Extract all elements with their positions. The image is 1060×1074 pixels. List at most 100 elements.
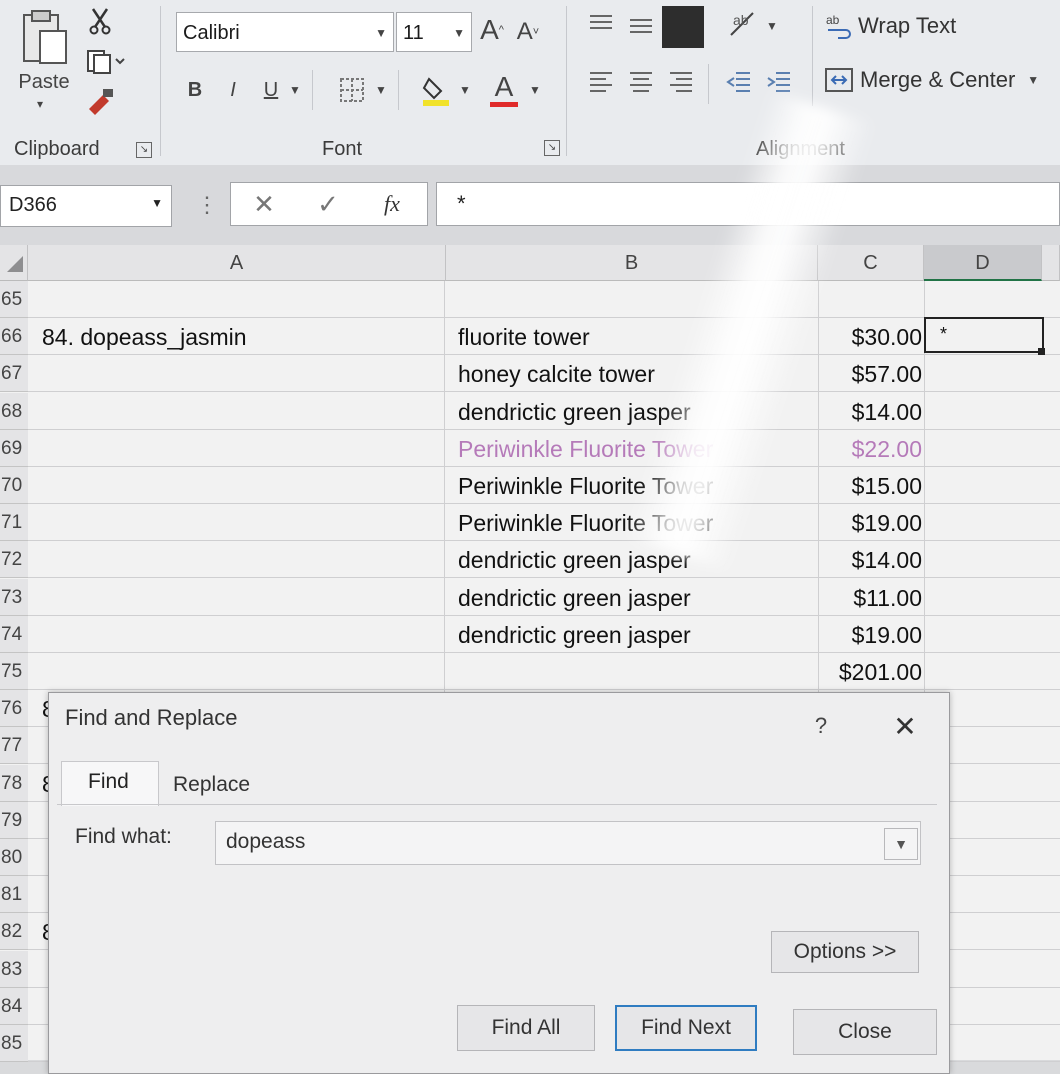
cell-c[interactable]: $14.00 [852,547,922,574]
bold-button[interactable]: B [180,72,210,108]
font-name-select[interactable]: Calibri ▼ [176,12,394,52]
cell-b[interactable]: dendrictic green jasper [458,585,691,612]
enter-icon[interactable]: ✓ [313,187,343,221]
paste-icon[interactable] [14,8,74,68]
borders-dropdown-icon[interactable]: ▼ [372,76,390,104]
options-button[interactable]: Options >> [771,931,919,973]
gridline [28,615,1060,616]
cell-b[interactable]: honey calcite tower [458,361,655,388]
cell-b[interactable]: Periwinkle Fluorite Tower [458,473,713,500]
cell-a[interactable]: 84. dopeass_jasmin [42,324,247,351]
column-header-b[interactable]: B [446,245,818,281]
row-header[interactable]: 77 [0,727,28,764]
cell-c[interactable]: $11.00 [853,585,922,612]
row-header[interactable]: 80 [0,839,28,876]
tab-find[interactable]: Find [61,761,159,806]
row-header[interactable]: 84 [0,988,28,1025]
row-header[interactable]: 78 [0,765,28,802]
column-header-e[interactable] [1042,245,1060,281]
cell-c[interactable]: $22.00 [852,436,922,463]
row-header[interactable]: 65 [0,281,28,318]
tab-replace[interactable]: Replace [161,763,257,805]
close-icon[interactable]: ✕ [885,709,925,743]
row-header[interactable]: 69 [0,430,28,467]
align-right-icon[interactable] [666,66,696,98]
bottom-align-icon[interactable] [662,6,704,48]
fill-color-icon[interactable] [418,70,454,110]
cancel-icon[interactable]: ✕ [249,187,279,221]
clipboard-launcher-icon[interactable]: ↘ [136,142,152,158]
row-header[interactable]: 76 [0,690,28,727]
cell-b[interactable]: Periwinkle Fluorite Tower [458,510,713,537]
orientation-dropdown-icon[interactable]: ▼ [764,14,780,38]
row-header[interactable]: 70 [0,467,28,504]
underline-button[interactable]: U [256,72,286,108]
middle-align-icon[interactable] [626,10,656,40]
name-box[interactable]: D366 ▼ [0,185,172,227]
font-color-button[interactable]: A [486,68,522,110]
font-color-dropdown-icon[interactable]: ▼ [526,76,544,104]
cell-c[interactable]: $15.00 [852,473,922,500]
cell-c[interactable]: $30.00 [852,324,922,351]
row-header[interactable]: 73 [0,579,28,616]
italic-button[interactable]: I [218,72,248,108]
row-header[interactable]: 67 [0,355,28,392]
row-header[interactable]: 81 [0,876,28,913]
formula-input[interactable]: * [436,182,1060,226]
cell-b[interactable]: dendrictic green jasper [458,622,691,649]
find-what-input[interactable]: dopeass ▼ [215,821,921,865]
grow-font-button[interactable]: A ^ [478,12,506,48]
fill-handle[interactable] [1038,348,1045,355]
cell-b[interactable]: fluorite tower [458,324,590,351]
copy-icon[interactable] [84,46,128,76]
insert-function-icon[interactable]: fx [375,187,409,221]
cut-icon[interactable] [86,6,114,36]
row-header[interactable]: 82 [0,913,28,950]
column-header-a[interactable]: A [28,245,446,281]
ribbon-separator [160,6,161,156]
cell-b[interactable]: dendrictic green jasper [458,547,691,574]
increase-indent-icon[interactable] [764,66,794,98]
fill-color-dropdown-icon[interactable]: ▼ [456,76,474,104]
find-next-button[interactable]: Find Next [615,1005,757,1051]
select-all-corner[interactable] [0,245,28,281]
paste-dropdown-icon[interactable]: ▾ [30,96,50,112]
row-header[interactable]: 66 [0,318,28,355]
column-header-c[interactable]: C [818,245,924,281]
cell-c[interactable]: $19.00 [852,510,922,537]
help-button[interactable]: ? [807,711,835,741]
chevron-down-icon[interactable]: ▼ [884,828,918,860]
font-size-select[interactable]: 11 ▼ [396,12,472,52]
row-header[interactable]: 75 [0,653,28,690]
cell-b[interactable]: Periwinkle Fluorite Tower [458,436,713,463]
cell-c[interactable]: $19.00 [852,622,922,649]
paste-label[interactable]: Paste [14,68,74,96]
merge-center-label: Merge & Center [860,67,1016,92]
cell-c[interactable]: $14.00 [852,399,922,426]
row-header[interactable]: 74 [0,616,28,653]
column-header-d[interactable]: D [924,245,1042,281]
merge-center-button[interactable]: Merge & Center ▼ [824,62,1054,98]
cell-c[interactable]: $201.00 [839,659,922,686]
align-left-icon[interactable] [586,66,616,98]
orientation-icon[interactable]: ab [724,6,764,42]
find-all-button[interactable]: Find All [457,1005,595,1051]
format-painter-icon[interactable] [84,86,116,118]
decrease-indent-icon[interactable] [724,66,754,98]
borders-icon[interactable] [334,72,370,108]
cell-c[interactable]: $57.00 [852,361,922,388]
close-button[interactable]: Close [793,1009,937,1055]
cell-b[interactable]: dendrictic green jasper [458,399,691,426]
row-header[interactable]: 71 [0,504,28,541]
align-center-icon[interactable] [626,66,656,98]
wrap-text-button[interactable]: ab Wrap Text [824,8,1034,44]
row-header[interactable]: 79 [0,802,28,839]
underline-dropdown-icon[interactable]: ▼ [286,76,304,104]
top-align-icon[interactable] [586,8,616,38]
row-header[interactable]: 85 [0,1025,28,1062]
row-header[interactable]: 83 [0,951,28,988]
row-header[interactable]: 72 [0,541,28,578]
font-launcher-icon[interactable]: ↘ [544,140,560,156]
row-header[interactable]: 68 [0,393,28,430]
shrink-font-button[interactable]: A ˅ [514,14,542,50]
